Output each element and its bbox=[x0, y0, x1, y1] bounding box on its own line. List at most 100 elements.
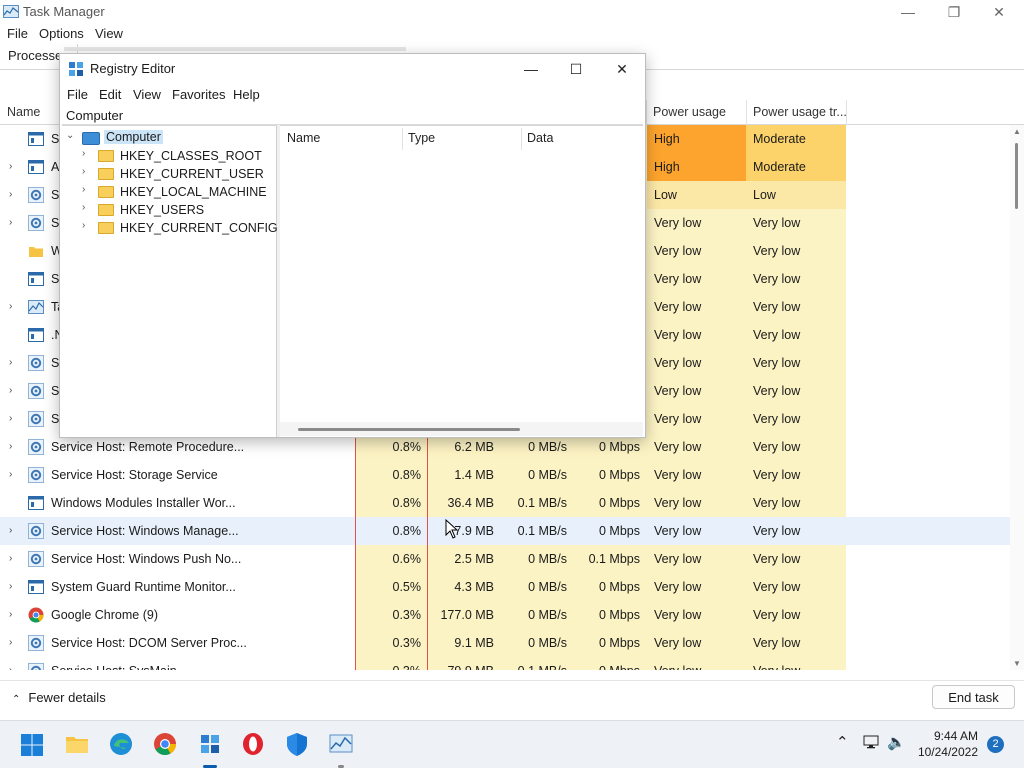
menu-help[interactable]: Help bbox=[233, 87, 260, 102]
close-button[interactable]: ✕ bbox=[976, 0, 1022, 24]
gear-icon bbox=[28, 355, 44, 371]
header-power-usage[interactable]: Power usage bbox=[653, 105, 726, 119]
folder-icon bbox=[98, 186, 114, 198]
process-row[interactable]: Windows Modules Installer Wor... 0.8% 36.4… bbox=[0, 489, 1010, 517]
chevron-right-icon[interactable]: › bbox=[9, 581, 12, 592]
chevron-right-icon[interactable]: › bbox=[9, 665, 12, 670]
power-usage-cell: High bbox=[647, 125, 746, 153]
fewer-details-label: Fewer details bbox=[28, 690, 106, 705]
disk-cell: 0 MB/s bbox=[501, 461, 574, 489]
clock-time[interactable]: 9:44 AM bbox=[920, 729, 978, 743]
chevron-right-icon[interactable]: › bbox=[82, 148, 85, 159]
list-header-name[interactable]: Name bbox=[287, 131, 320, 145]
edge-icon[interactable] bbox=[108, 731, 134, 757]
notification-badge[interactable]: 2 bbox=[987, 736, 1004, 753]
chevron-right-icon[interactable]: › bbox=[9, 525, 12, 536]
chevron-right-icon[interactable]: › bbox=[9, 441, 12, 452]
chevron-right-icon[interactable]: › bbox=[9, 637, 12, 648]
power-usage-cell: High bbox=[647, 153, 746, 181]
process-row[interactable]: › Service Host: Storage Service 0.8% 1.4 MB… bbox=[0, 461, 1010, 489]
chevron-right-icon[interactable]: › bbox=[82, 184, 85, 195]
process-row[interactable]: › Service Host: DCOM Server Proc... 0.3% 9.… bbox=[0, 629, 1010, 657]
scroll-down-icon[interactable]: ▼ bbox=[1013, 659, 1021, 668]
process-row[interactable]: › Service Host: Windows Manage... 0.8% 7.9 … bbox=[0, 517, 1010, 545]
list-header-data[interactable]: Data bbox=[527, 131, 553, 145]
registry-editor-titlebar[interactable]: Registry Editor — ☐ ✕ bbox=[60, 54, 645, 84]
process-name: Google Chrome (9) bbox=[51, 608, 158, 622]
network-cell: 0 Mbps bbox=[574, 657, 647, 670]
end-task-button[interactable]: End task bbox=[932, 685, 1015, 709]
minimize-button[interactable]: — bbox=[508, 54, 554, 84]
chevron-up-icon[interactable]: ⌃ bbox=[836, 733, 849, 751]
folder-icon bbox=[98, 150, 114, 162]
chevron-right-icon[interactable]: › bbox=[9, 357, 12, 368]
maximize-button[interactable]: ☐ bbox=[553, 54, 599, 84]
opera-icon[interactable] bbox=[240, 731, 266, 757]
chevron-right-icon[interactable]: › bbox=[82, 166, 85, 177]
address-bar[interactable]: Computer bbox=[62, 105, 643, 125]
close-button[interactable]: ✕ bbox=[599, 54, 645, 84]
chevron-right-icon[interactable]: › bbox=[9, 553, 12, 564]
menu-view[interactable]: View bbox=[133, 87, 161, 102]
process-row[interactable]: › System Guard Runtime Monitor... 0.5% 4.3 … bbox=[0, 573, 1010, 601]
vertical-scrollbar[interactable]: ▲ ▼ bbox=[1010, 125, 1024, 670]
process-name: System Guard Runtime Monitor... bbox=[51, 580, 236, 594]
header-power-usage-trend[interactable]: Power usage tr... bbox=[753, 105, 847, 119]
horizontal-scrollbar[interactable] bbox=[280, 422, 643, 436]
chevron-right-icon[interactable]: › bbox=[9, 469, 12, 480]
chevron-down-icon[interactable]: ⌄ bbox=[66, 130, 74, 141]
menu-options[interactable]: Options bbox=[39, 26, 84, 41]
chrome-icon[interactable] bbox=[152, 731, 178, 757]
cpu-cell: 0.3% bbox=[356, 629, 428, 657]
clock-date[interactable]: 10/24/2022 bbox=[914, 745, 978, 759]
list-header-type[interactable]: Type bbox=[408, 131, 435, 145]
chevron-right-icon[interactable]: › bbox=[9, 161, 12, 172]
process-row[interactable]: › Service Host: Windows Push No... 0.6% 2.5… bbox=[0, 545, 1010, 573]
power-usage-trend-cell: Very low bbox=[746, 321, 846, 349]
registry-editor-window[interactable]: Registry Editor — ☐ ✕ File Edit View Fav… bbox=[59, 53, 646, 438]
menu-view[interactable]: View bbox=[95, 26, 123, 41]
menu-favorites[interactable]: Favorites bbox=[172, 87, 225, 102]
tree-item-label: HKEY_LOCAL_MACHINE bbox=[120, 185, 267, 199]
volume-icon[interactable]: 🔈 bbox=[887, 733, 906, 751]
header-name[interactable]: Name bbox=[7, 105, 40, 119]
chevron-right-icon[interactable]: › bbox=[82, 220, 85, 231]
chevron-right-icon[interactable]: › bbox=[9, 301, 12, 312]
chevron-right-icon[interactable]: › bbox=[9, 189, 12, 200]
menu-file[interactable]: File bbox=[67, 87, 88, 102]
task-manager-titlebar[interactable]: Task Manager — ❐ ✕ bbox=[0, 0, 1024, 24]
chevron-right-icon[interactable]: › bbox=[9, 385, 12, 396]
fewer-details-button[interactable]: ⌃ Fewer details bbox=[12, 690, 106, 705]
maximize-button[interactable]: ❐ bbox=[931, 0, 977, 24]
chevron-right-icon[interactable]: › bbox=[9, 609, 12, 620]
chevron-right-icon[interactable]: › bbox=[9, 217, 12, 228]
process-row[interactable]: › Google Chrome (9) 0.3% 177.0 MB 0 MB/s 0 Mb… bbox=[0, 601, 1010, 629]
disk-cell: 0 MB/s bbox=[501, 545, 574, 573]
power-usage-cell: Very low bbox=[647, 293, 746, 321]
power-usage-cell: Very low bbox=[647, 237, 746, 265]
file-explorer-icon[interactable] bbox=[64, 731, 90, 757]
power-usage-cell: Very low bbox=[647, 545, 746, 573]
defender-icon[interactable] bbox=[284, 731, 310, 757]
process-row[interactable]: › Service Host: SysMain 0.3%79.9 MB0.1 MB/… bbox=[0, 657, 1010, 670]
chevron-right-icon[interactable]: › bbox=[9, 413, 12, 424]
task-manager-icon[interactable] bbox=[328, 731, 354, 757]
scrollbar-thumb[interactable] bbox=[1015, 143, 1018, 209]
scrollbar-thumb[interactable] bbox=[298, 428, 520, 431]
chevron-right-icon[interactable]: › bbox=[82, 202, 85, 213]
minimize-button[interactable]: — bbox=[885, 0, 931, 24]
power-usage-cell: Very low bbox=[647, 377, 746, 405]
list-header-separator bbox=[521, 128, 522, 150]
disk-cell: 0.1 MB/s bbox=[501, 489, 574, 517]
scroll-up-icon[interactable]: ▲ bbox=[1013, 127, 1021, 136]
menu-edit[interactable]: Edit bbox=[99, 87, 121, 102]
network-icon[interactable] bbox=[863, 734, 881, 750]
start-icon[interactable] bbox=[20, 733, 44, 757]
menu-file[interactable]: File bbox=[7, 26, 28, 41]
folder-icon bbox=[28, 243, 44, 259]
power-usage-trend-cell: Very low bbox=[746, 405, 846, 433]
registry-editor-icon[interactable] bbox=[197, 731, 223, 757]
power-usage-trend-cell: Very low bbox=[746, 377, 846, 405]
cpu-cell: 0.8% bbox=[356, 517, 428, 545]
gear-icon bbox=[28, 215, 44, 231]
